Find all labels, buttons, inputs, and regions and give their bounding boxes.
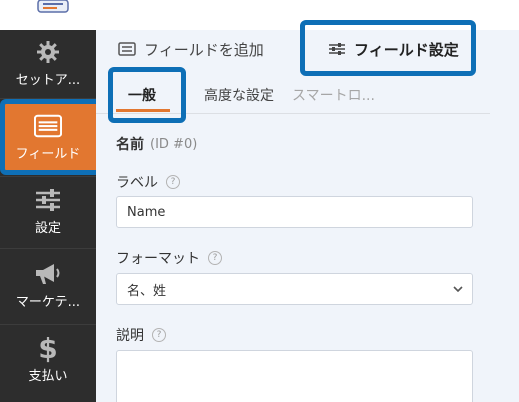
general-tab-highlight bbox=[108, 67, 186, 123]
format-caption-text: フォーマット bbox=[116, 251, 200, 267]
chevron-down-icon bbox=[453, 286, 463, 293]
label-input[interactable]: Name bbox=[116, 196, 473, 228]
label-caption: ラベル ? bbox=[116, 172, 180, 192]
dollar-icon: $ bbox=[34, 332, 62, 364]
description-caption: 説明 ? bbox=[116, 325, 166, 345]
sidebar-item-label: 支払い bbox=[28, 369, 68, 384]
sidebar: セットア... フィールド 設定 マーケテ... $ 支払い bbox=[0, 0, 102, 402]
sidebar-item-label: セットア... bbox=[15, 73, 81, 88]
app-window: セットア... フィールド 設定 マーケテ... $ 支払い フィールドを追加 … bbox=[0, 0, 519, 402]
sidebar-logo-area bbox=[0, 0, 96, 30]
divider bbox=[0, 324, 96, 325]
sidebar-item-label: フィールド bbox=[15, 147, 81, 162]
sidebar-item-label: マーケテ... bbox=[15, 295, 81, 310]
tab-add-fields[interactable]: フィールドを追加 bbox=[118, 30, 264, 68]
format-select-value: 名、姓 bbox=[127, 283, 167, 299]
help-icon[interactable]: ? bbox=[208, 251, 222, 265]
divider bbox=[0, 248, 96, 249]
field-name-heading: 名前 (ID #0) bbox=[116, 134, 197, 154]
label-input-value: Name bbox=[127, 204, 166, 220]
sidebar-item-payments[interactable]: $ 支払い bbox=[0, 332, 96, 384]
sidebar-item-marketing[interactable]: マーケテ... bbox=[0, 260, 96, 310]
field-name: 名前 bbox=[116, 137, 144, 153]
help-icon[interactable]: ? bbox=[152, 328, 166, 342]
sliders-icon bbox=[34, 186, 62, 214]
field-settings-highlight bbox=[300, 20, 476, 76]
megaphone-icon bbox=[34, 260, 62, 288]
sidebar-item-settings[interactable]: 設定 bbox=[0, 186, 96, 236]
field-id: (ID #0) bbox=[150, 136, 198, 152]
format-select[interactable]: 名、姓 bbox=[116, 273, 473, 305]
logo-icon bbox=[37, 0, 69, 13]
sidebar-item-label: 設定 bbox=[34, 221, 61, 236]
help-icon[interactable]: ? bbox=[166, 175, 180, 189]
sidebar-item-setup[interactable]: セットア... bbox=[0, 38, 96, 88]
format-caption: フォーマット ? bbox=[116, 248, 222, 268]
label-caption-text: ラベル bbox=[116, 175, 158, 191]
subtab-advanced[interactable]: 高度な設定 bbox=[204, 78, 274, 112]
description-caption-text: 説明 bbox=[116, 328, 144, 344]
subtab-label: 高度な設定 bbox=[204, 88, 274, 104]
tab-label: フィールドを追加 bbox=[144, 40, 264, 59]
fields-list-icon bbox=[34, 112, 62, 140]
subtab-smart-logic[interactable]: スマートロ... bbox=[292, 78, 375, 112]
gear-icon bbox=[34, 38, 62, 66]
description-textarea[interactable] bbox=[116, 350, 473, 402]
divider bbox=[0, 176, 96, 177]
svg-text:$: $ bbox=[38, 332, 57, 364]
subtab-label: スマートロ... bbox=[292, 88, 375, 104]
list-icon bbox=[118, 42, 136, 56]
sidebar-item-fields[interactable]: フィールド bbox=[0, 112, 96, 162]
